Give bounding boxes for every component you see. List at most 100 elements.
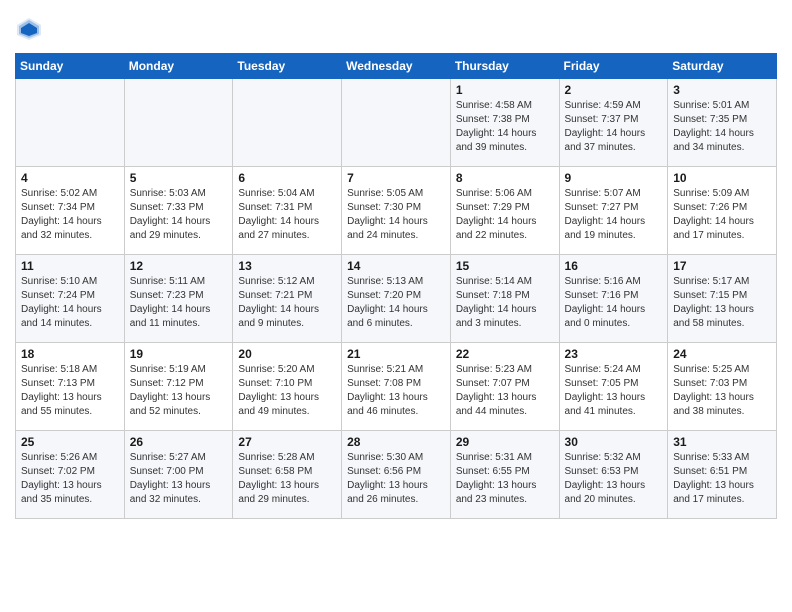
- day-number: 21: [347, 347, 445, 361]
- calendar-cell: 19 Sunrise: 5:19 AM Sunset: 7:12 PM Dayli…: [124, 343, 233, 431]
- day-info: Sunrise: 5:13 AM Sunset: 7:20 PM Dayligh…: [347, 275, 445, 331]
- weekday-header-row: SundayMondayTuesdayWednesdayThursdayFrid…: [16, 54, 777, 79]
- day-number: 16: [565, 259, 663, 273]
- weekday-header-tuesday: Tuesday: [233, 54, 342, 79]
- day-info: Sunrise: 5:04 AM Sunset: 7:31 PM Dayligh…: [238, 187, 336, 243]
- calendar-cell: 20 Sunrise: 5:20 AM Sunset: 7:10 PM Dayli…: [233, 343, 342, 431]
- day-number: 10: [673, 171, 771, 185]
- weekday-header-thursday: Thursday: [450, 54, 559, 79]
- day-number: 20: [238, 347, 336, 361]
- day-number: 28: [347, 435, 445, 449]
- day-info: Sunrise: 5:05 AM Sunset: 7:30 PM Dayligh…: [347, 187, 445, 243]
- calendar-cell: 13 Sunrise: 5:12 AM Sunset: 7:21 PM Dayli…: [233, 255, 342, 343]
- logo-icon: [15, 15, 43, 43]
- day-info: Sunrise: 5:17 AM Sunset: 7:15 PM Dayligh…: [673, 275, 771, 331]
- day-number: 26: [130, 435, 228, 449]
- day-number: 3: [673, 83, 771, 97]
- day-info: Sunrise: 5:14 AM Sunset: 7:18 PM Dayligh…: [456, 275, 554, 331]
- calendar-cell: 9 Sunrise: 5:07 AM Sunset: 7:27 PM Daylig…: [559, 167, 668, 255]
- day-number: 7: [347, 171, 445, 185]
- day-info: Sunrise: 4:58 AM Sunset: 7:38 PM Dayligh…: [456, 99, 554, 155]
- day-number: 31: [673, 435, 771, 449]
- day-info: Sunrise: 5:03 AM Sunset: 7:33 PM Dayligh…: [130, 187, 228, 243]
- day-info: Sunrise: 5:32 AM Sunset: 6:53 PM Dayligh…: [565, 451, 663, 507]
- page-header: [15, 15, 777, 43]
- day-info: Sunrise: 5:07 AM Sunset: 7:27 PM Dayligh…: [565, 187, 663, 243]
- day-info: Sunrise: 5:27 AM Sunset: 7:00 PM Dayligh…: [130, 451, 228, 507]
- calendar-cell: 3 Sunrise: 5:01 AM Sunset: 7:35 PM Daylig…: [668, 79, 777, 167]
- day-info: Sunrise: 5:33 AM Sunset: 6:51 PM Dayligh…: [673, 451, 771, 507]
- calendar-cell: 29 Sunrise: 5:31 AM Sunset: 6:55 PM Dayli…: [450, 431, 559, 519]
- calendar-cell: 2Sunrise: 4:59 AM Sunset: 7:37 PM Daylig…: [559, 79, 668, 167]
- day-info: Sunrise: 5:19 AM Sunset: 7:12 PM Dayligh…: [130, 363, 228, 419]
- weekday-header-monday: Monday: [124, 54, 233, 79]
- day-number: 29: [456, 435, 554, 449]
- day-info: Sunrise: 5:31 AM Sunset: 6:55 PM Dayligh…: [456, 451, 554, 507]
- calendar-cell: 14 Sunrise: 5:13 AM Sunset: 7:20 PM Dayli…: [342, 255, 451, 343]
- day-info: Sunrise: 5:20 AM Sunset: 7:10 PM Dayligh…: [238, 363, 336, 419]
- logo: [15, 15, 47, 43]
- calendar-cell: 25 Sunrise: 5:26 AM Sunset: 7:02 PM Dayli…: [16, 431, 125, 519]
- calendar-cell: 10 Sunrise: 5:09 AM Sunset: 7:26 PM Dayli…: [668, 167, 777, 255]
- week-row-5: 25 Sunrise: 5:26 AM Sunset: 7:02 PM Dayli…: [16, 431, 777, 519]
- calendar-cell: 1 Sunrise: 4:58 AM Sunset: 7:38 PM Daylig…: [450, 79, 559, 167]
- day-number: 17: [673, 259, 771, 273]
- weekday-header-friday: Friday: [559, 54, 668, 79]
- day-number: 18: [21, 347, 119, 361]
- day-number: 19: [130, 347, 228, 361]
- calendar-cell: 17 Sunrise: 5:17 AM Sunset: 7:15 PM Dayli…: [668, 255, 777, 343]
- day-info: Sunrise: 5:12 AM Sunset: 7:21 PM Dayligh…: [238, 275, 336, 331]
- day-number: 1: [456, 83, 554, 97]
- day-number: 14: [347, 259, 445, 273]
- weekday-header-sunday: Sunday: [16, 54, 125, 79]
- day-number: 8: [456, 171, 554, 185]
- day-number: 30: [565, 435, 663, 449]
- calendar-cell: 8Sunrise: 5:06 AM Sunset: 7:29 PM Daylig…: [450, 167, 559, 255]
- day-info: Sunrise: 5:16 AM Sunset: 7:16 PM Dayligh…: [565, 275, 663, 331]
- calendar-cell: 23Sunrise: 5:24 AM Sunset: 7:05 PM Dayli…: [559, 343, 668, 431]
- calendar-cell: [233, 79, 342, 167]
- calendar-cell: 30 Sunrise: 5:32 AM Sunset: 6:53 PM Dayli…: [559, 431, 668, 519]
- calendar-cell: 12Sunrise: 5:11 AM Sunset: 7:23 PM Dayli…: [124, 255, 233, 343]
- week-row-4: 18 Sunrise: 5:18 AM Sunset: 7:13 PM Dayli…: [16, 343, 777, 431]
- calendar-cell: 26 Sunrise: 5:27 AM Sunset: 7:00 PM Dayli…: [124, 431, 233, 519]
- day-info: Sunrise: 5:18 AM Sunset: 7:13 PM Dayligh…: [21, 363, 119, 419]
- calendar-cell: 4 Sunrise: 5:02 AM Sunset: 7:34 PM Daylig…: [16, 167, 125, 255]
- day-info: Sunrise: 5:01 AM Sunset: 7:35 PM Dayligh…: [673, 99, 771, 155]
- day-number: 22: [456, 347, 554, 361]
- day-info: Sunrise: 5:28 AM Sunset: 6:58 PM Dayligh…: [238, 451, 336, 507]
- day-number: 9: [565, 171, 663, 185]
- day-number: 5: [130, 171, 228, 185]
- day-info: Sunrise: 5:24 AM Sunset: 7:05 PM Dayligh…: [565, 363, 663, 419]
- day-number: 13: [238, 259, 336, 273]
- day-number: 15: [456, 259, 554, 273]
- week-row-2: 4 Sunrise: 5:02 AM Sunset: 7:34 PM Daylig…: [16, 167, 777, 255]
- calendar-cell: 15 Sunrise: 5:14 AM Sunset: 7:18 PM Dayli…: [450, 255, 559, 343]
- week-row-1: 1 Sunrise: 4:58 AM Sunset: 7:38 PM Daylig…: [16, 79, 777, 167]
- day-info: Sunrise: 5:02 AM Sunset: 7:34 PM Dayligh…: [21, 187, 119, 243]
- day-number: 25: [21, 435, 119, 449]
- calendar-cell: 11Sunrise: 5:10 AM Sunset: 7:24 PM Dayli…: [16, 255, 125, 343]
- calendar-cell: 28 Sunrise: 5:30 AM Sunset: 6:56 PM Dayli…: [342, 431, 451, 519]
- day-info: Sunrise: 5:25 AM Sunset: 7:03 PM Dayligh…: [673, 363, 771, 419]
- calendar-cell: 24 Sunrise: 5:25 AM Sunset: 7:03 PM Dayli…: [668, 343, 777, 431]
- calendar-cell: [342, 79, 451, 167]
- day-info: Sunrise: 5:09 AM Sunset: 7:26 PM Dayligh…: [673, 187, 771, 243]
- calendar-cell: 18 Sunrise: 5:18 AM Sunset: 7:13 PM Dayli…: [16, 343, 125, 431]
- day-number: 2: [565, 83, 663, 97]
- day-number: 11: [21, 259, 119, 273]
- calendar-table: SundayMondayTuesdayWednesdayThursdayFrid…: [15, 53, 777, 519]
- calendar-cell: 6Sunrise: 5:04 AM Sunset: 7:31 PM Daylig…: [233, 167, 342, 255]
- day-number: 24: [673, 347, 771, 361]
- day-info: Sunrise: 5:30 AM Sunset: 6:56 PM Dayligh…: [347, 451, 445, 507]
- calendar-cell: 21Sunrise: 5:21 AM Sunset: 7:08 PM Dayli…: [342, 343, 451, 431]
- calendar-cell: 27Sunrise: 5:28 AM Sunset: 6:58 PM Dayli…: [233, 431, 342, 519]
- weekday-header-wednesday: Wednesday: [342, 54, 451, 79]
- day-number: 4: [21, 171, 119, 185]
- calendar-cell: 7 Sunrise: 5:05 AM Sunset: 7:30 PM Daylig…: [342, 167, 451, 255]
- calendar-cell: [16, 79, 125, 167]
- day-number: 12: [130, 259, 228, 273]
- calendar-cell: 16 Sunrise: 5:16 AM Sunset: 7:16 PM Dayli…: [559, 255, 668, 343]
- day-info: Sunrise: 5:26 AM Sunset: 7:02 PM Dayligh…: [21, 451, 119, 507]
- day-info: Sunrise: 5:23 AM Sunset: 7:07 PM Dayligh…: [456, 363, 554, 419]
